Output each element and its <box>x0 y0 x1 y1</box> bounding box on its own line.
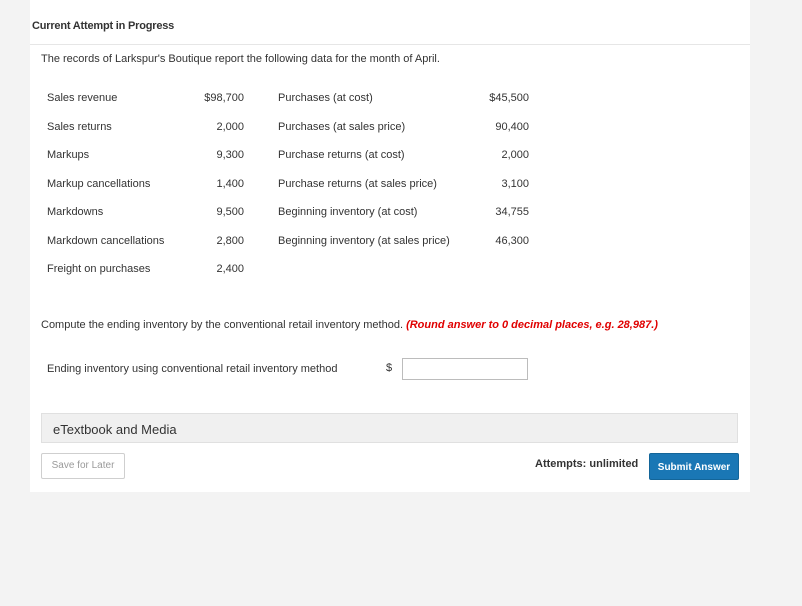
left-row-label: Markup cancellations <box>47 177 151 190</box>
right-row-label: Beginning inventory (at sales price) <box>278 234 450 247</box>
right-row-value: 90,400 <box>495 120 529 133</box>
left-row-value: 1,400 <box>216 177 244 190</box>
answer-label: Ending inventory using conventional reta… <box>47 363 338 375</box>
etextbook-media-label: eTextbook and Media <box>53 422 177 437</box>
submit-answer-button[interactable]: Submit Answer <box>649 453 739 480</box>
right-row-label: Beginning inventory (at cost) <box>278 206 418 218</box>
left-row-label: Freight on purchases <box>47 263 151 275</box>
right-row-label: Purchases (at sales price) <box>278 120 406 133</box>
attempts-label: Attempts: unlimited <box>535 458 639 470</box>
left-row-label: Markups <box>47 149 90 161</box>
question-card: Current Attempt in Progress The records … <box>30 0 750 492</box>
card-header: Current Attempt in Progress <box>30 0 750 45</box>
right-row-label: Purchase returns (at sales price) <box>278 177 437 190</box>
problem-intro: The records of Larkspur's Boutique repor… <box>41 53 440 65</box>
left-row-value: 9,300 <box>216 149 244 161</box>
rounding-hint: (Round answer to 0 decimal places, e.g. … <box>406 319 658 331</box>
left-row-value: 2,400 <box>216 263 244 275</box>
left-row-label: Markdown cancellations <box>47 234 165 247</box>
left-row-value: 9,500 <box>216 206 244 218</box>
question-prompt: Compute the ending inventory by the conv… <box>41 319 658 331</box>
right-row-value: $45,500 <box>489 92 529 104</box>
left-row-label: Sales revenue <box>47 92 118 104</box>
left-row-value: $98,700 <box>204 92 244 104</box>
question-text: Compute the ending inventory by the conv… <box>41 319 403 331</box>
save-for-later-button[interactable]: Save for Later <box>41 453 125 479</box>
left-row-value: 2,000 <box>216 120 244 133</box>
left-row-value: 2,800 <box>216 234 244 247</box>
right-row-value: 2,000 <box>501 149 529 161</box>
right-row-label: Purchases (at cost) <box>278 92 373 104</box>
left-row-label: Markdowns <box>47 206 104 218</box>
currency-symbol: $ <box>386 362 393 374</box>
etextbook-media-bar[interactable]: eTextbook and Media <box>41 413 738 443</box>
right-row-value: 46,300 <box>495 234 529 247</box>
right-row-value: 3,100 <box>501 177 529 190</box>
right-row-value: 34,755 <box>495 206 529 218</box>
left-row-label: Sales returns <box>47 120 112 133</box>
right-row-label: Purchase returns (at cost) <box>278 149 405 161</box>
ending-inventory-input[interactable] <box>402 358 528 380</box>
attempt-status-title: Current Attempt in Progress <box>32 20 175 32</box>
